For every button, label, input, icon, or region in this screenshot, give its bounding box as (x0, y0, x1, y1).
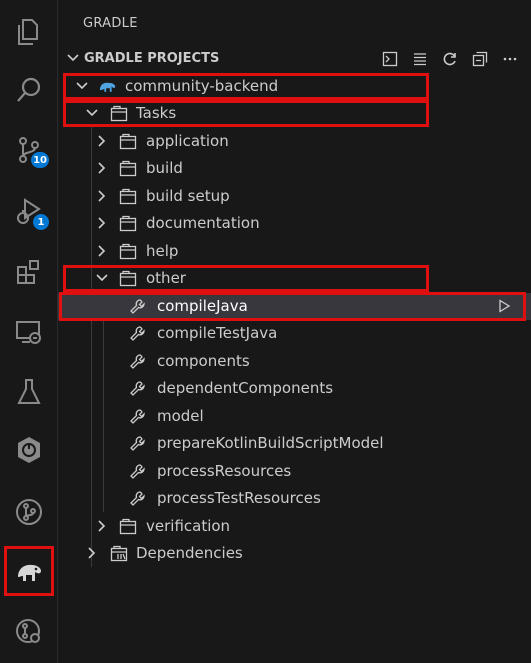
wrench-icon (130, 381, 145, 396)
wrench-icon (130, 436, 145, 451)
task-label: model (157, 407, 204, 425)
source-control-icon[interactable]: 10 (7, 128, 51, 172)
other-label: other (146, 269, 186, 287)
tree-item-other[interactable]: other (58, 265, 531, 292)
run-debug-icon[interactable]: 1 (7, 190, 51, 234)
panel-title: GRADLE (83, 16, 138, 31)
task-label: compileJava (157, 297, 248, 315)
tree-item-task[interactable]: processResources (58, 458, 531, 485)
header-actions (379, 49, 521, 69)
testing-icon[interactable] (7, 370, 51, 414)
group-label: help (146, 242, 179, 260)
wrench-icon (130, 354, 145, 369)
folder-icon (119, 215, 137, 232)
tree-item-verification[interactable]: verification (58, 513, 531, 540)
list-icon[interactable] (409, 49, 431, 69)
task-label: processResources (157, 462, 292, 480)
tree-item-project[interactable]: community-backend (58, 73, 531, 100)
library-icon (110, 545, 128, 562)
group-label: documentation (146, 214, 260, 232)
gitlens-icon[interactable] (7, 610, 51, 654)
folder-icon (119, 188, 137, 205)
tree-item-task[interactable]: prepareKotlinBuildScriptModel (58, 430, 531, 457)
tree-item-dependencies[interactable]: Dependencies (58, 540, 531, 567)
chevron-right-icon (98, 162, 106, 174)
source-control-badge: 10 (31, 152, 49, 168)
wrench-icon (130, 491, 145, 506)
chevron-down-icon (67, 54, 79, 62)
tree-item-group[interactable]: application (58, 128, 531, 155)
gradle-elephant-icon[interactable] (7, 550, 51, 594)
chevron-right-icon (88, 547, 96, 559)
refresh-icon[interactable] (439, 49, 461, 69)
verification-label: verification (146, 517, 231, 535)
tree-item-group[interactable]: documentation (58, 210, 531, 237)
tree-item-task[interactable]: dependentComponents (58, 375, 531, 402)
explorer-icon[interactable] (7, 10, 51, 54)
search-icon[interactable] (7, 68, 51, 112)
folder-icon (110, 105, 128, 122)
task-label: processTestResources (157, 489, 321, 507)
folder-icon (119, 160, 137, 177)
tree-item-task-selected[interactable]: compileJava (58, 293, 531, 320)
run-task-icon[interactable] (497, 299, 511, 313)
group-label: build setup (146, 187, 230, 205)
section-title: GRADLE PROJECTS (84, 51, 220, 66)
tree-item-group[interactable]: build setup (58, 183, 531, 210)
chevron-right-icon (98, 520, 106, 532)
wrench-icon (130, 326, 145, 341)
run-debug-badge: 1 (33, 214, 49, 230)
wrench-icon (130, 464, 145, 479)
task-label: prepareKotlinBuildScriptModel (157, 434, 384, 452)
chevron-down-icon (76, 82, 88, 90)
task-label: dependentComponents (157, 379, 334, 397)
folder-icon (119, 133, 137, 150)
chevron-down-icon (96, 274, 108, 282)
tasks-label: Tasks (136, 104, 177, 122)
gradle-side-bar: GRADLE GRADLE PROJECTS community-backend… (58, 0, 531, 663)
task-label: compileTestJava (157, 324, 278, 342)
group-label: build (146, 159, 183, 177)
chevron-right-icon (98, 135, 106, 147)
extensions-icon[interactable] (7, 250, 51, 294)
activity-bar: 10 1 (0, 0, 58, 663)
project-label: community-backend (125, 77, 279, 95)
gradle-projects-header[interactable]: GRADLE PROJECTS (58, 46, 531, 72)
more-icon[interactable] (499, 49, 521, 69)
chevron-right-icon (98, 217, 106, 229)
collapse-all-icon[interactable] (469, 49, 491, 69)
tree-item-task[interactable]: processTestResources (58, 485, 531, 512)
terminal-icon[interactable] (379, 49, 401, 69)
group-label: application (146, 132, 229, 150)
remote-explorer-icon[interactable] (7, 310, 51, 354)
wrench-icon (130, 409, 145, 424)
tree-item-group[interactable]: build (58, 155, 531, 182)
chevron-right-icon (98, 190, 106, 202)
chevron-right-icon (98, 245, 106, 257)
git-graph-icon[interactable] (7, 490, 51, 534)
spring-boot-icon[interactable] (7, 428, 51, 472)
folder-icon (119, 518, 137, 535)
tree-item-task[interactable]: compileTestJava (58, 320, 531, 347)
tree-item-task[interactable]: components (58, 348, 531, 375)
dependencies-label: Dependencies (136, 544, 243, 562)
wrench-icon (130, 299, 145, 314)
tree-item-group[interactable]: help (58, 238, 531, 265)
task-label: components (157, 352, 250, 370)
folder-icon (119, 270, 137, 287)
tree-item-tasks[interactable]: Tasks (58, 100, 531, 127)
gradle-elephant-icon (99, 82, 116, 92)
tree-item-task[interactable]: model (58, 403, 531, 430)
folder-icon (119, 243, 137, 260)
chevron-down-icon (86, 109, 98, 117)
